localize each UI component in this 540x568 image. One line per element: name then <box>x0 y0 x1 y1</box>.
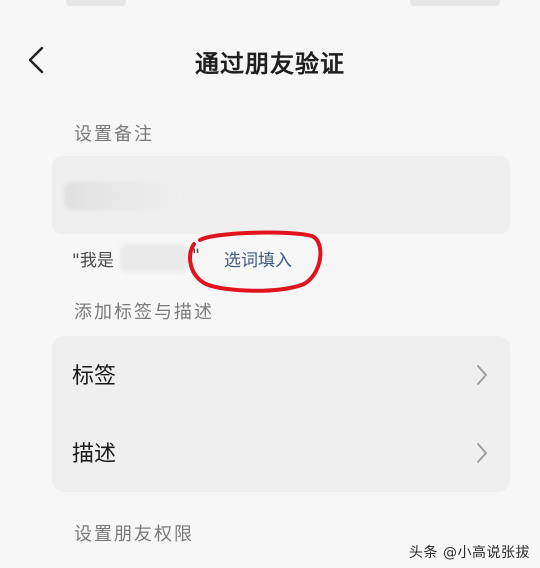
remark-section-label: 设置备注 <box>74 124 154 145</box>
remark-input[interactable] <box>52 156 510 234</box>
hint-name-blurred <box>120 244 188 272</box>
tags-section-label: 添加标签与描述 <box>74 302 214 323</box>
page-title: 通过朋友验证 <box>195 50 345 78</box>
permissions-section-label: 设置朋友权限 <box>74 524 194 545</box>
description-row[interactable]: 描述 <box>52 414 510 492</box>
remark-value-blurred <box>64 182 182 210</box>
description-row-label: 描述 <box>72 442 117 467</box>
chevron-right-icon <box>477 443 487 463</box>
chevron-right-icon <box>477 365 487 385</box>
fill-words-link[interactable]: 选词填入 <box>224 246 292 271</box>
nav-bar: 通过朋友验证 <box>0 32 540 88</box>
status-bar <box>0 0 540 14</box>
watermark: 头条 @小高说张拔 <box>409 545 530 561</box>
status-time-blur <box>66 0 126 6</box>
tags-row[interactable]: 标签 <box>52 336 510 414</box>
status-icons-blur <box>410 0 500 6</box>
tags-row-label: 标签 <box>72 364 117 389</box>
tags-card: 标签 描述 <box>52 336 510 492</box>
hint-prefix: "我是 <box>72 251 114 271</box>
hint-suffix: " <box>192 246 200 266</box>
